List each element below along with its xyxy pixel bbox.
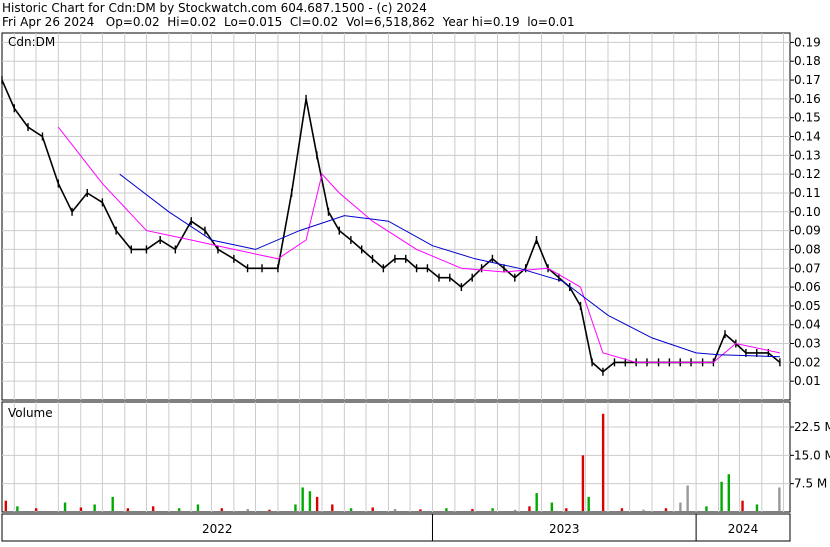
volume-bar: [513, 509, 517, 511]
year-label: 2024: [728, 522, 759, 536]
price-ytick-label: 0.19: [794, 35, 821, 49]
price-ytick-label: 0.15: [794, 111, 821, 125]
volume-bar: [528, 506, 531, 511]
volume-bar: [664, 508, 668, 511]
volume-bar: [393, 508, 397, 511]
volume-ytick-label: 7.5 M: [794, 477, 827, 491]
price-ytick-label: 0.08: [794, 242, 821, 256]
volume-bar: [705, 506, 708, 511]
year-label: 2022: [202, 522, 233, 536]
price-ytick-label: 0.09: [794, 224, 821, 238]
price-panel-title: Cdn:DM: [8, 35, 55, 49]
volume-bar: [686, 485, 689, 511]
volume-bar: [679, 502, 682, 511]
volume-bar: [778, 487, 781, 511]
volume-panel-frame: [1, 401, 791, 513]
price-ytick-label: 0.01: [794, 374, 821, 388]
price-ytick-label: 0.05: [794, 299, 821, 313]
volume-bar: [196, 504, 200, 511]
volume-bar: [63, 502, 67, 511]
volume-bar: [491, 508, 494, 511]
volume-ytick-label: 15.0 M: [794, 448, 830, 462]
price-ytick-label: 0.14: [794, 130, 821, 144]
stock-chart: Historic Chart for Cdn:DM by Stockwatch.…: [0, 0, 830, 543]
volume-bar: [581, 455, 585, 511]
volume-bar: [620, 508, 624, 511]
volume-bar: [720, 481, 723, 511]
volume-bar: [587, 496, 590, 511]
volume-bar: [755, 504, 759, 511]
volume-bar: [565, 508, 568, 511]
volume-bar: [246, 508, 249, 511]
volume-bar: [471, 508, 474, 511]
volume-bar: [220, 508, 223, 511]
price-ytick-label: 0.18: [794, 54, 821, 68]
volume-panel-title: Volume: [8, 406, 53, 420]
date-axis-frame: [1, 513, 791, 542]
price-ytick-label: 0.12: [794, 167, 821, 181]
chart-header-line1: Historic Chart for Cdn:DM by Stockwatch.…: [2, 1, 427, 15]
price-ytick-label: 0.17: [794, 73, 821, 87]
chart-canvas: 0.19 0.18 0.17 0.16 0.15 0.14 0.13 0.12 0.11 0.10…: [1, 32, 830, 542]
volume-bar: [177, 508, 181, 511]
volume-bar: [331, 504, 334, 511]
volume-bar: [535, 493, 538, 511]
volume-ytick-label: 22.5 M: [794, 420, 830, 434]
volume-bar: [550, 502, 554, 511]
volume-bar: [741, 500, 744, 511]
price-ytick-label: 0.04: [794, 318, 821, 332]
price-ytick-label: 0.10: [794, 205, 821, 219]
volume-bar: [268, 509, 271, 511]
price-ytick-label: 0.06: [794, 280, 821, 294]
price-ytick-label: 0.11: [794, 186, 821, 200]
volume-bar: [419, 509, 422, 511]
volume-bar: [727, 474, 731, 511]
volume-bar: [126, 508, 130, 511]
volume-bar: [294, 504, 297, 511]
volume-bar: [642, 509, 645, 511]
volume-bar: [16, 506, 19, 511]
price-ytick-label: 0.03: [794, 337, 821, 351]
price-ytick-label: 0.07: [794, 261, 821, 275]
volume-bar: [315, 496, 319, 511]
volume-bar: [445, 508, 448, 511]
volume-bar: [4, 500, 8, 511]
volume-bar: [111, 496, 114, 511]
volume-bar: [308, 491, 312, 511]
volume-bar: [349, 508, 353, 511]
volume-bar: [151, 506, 155, 511]
price-ytick-label: 0.16: [794, 92, 821, 106]
price-ytick-label: 0.13: [794, 148, 821, 162]
chart-header-line2: Fri Apr 26 2024 Op=0.02 Hi=0.02 Lo=0.015…: [2, 15, 575, 29]
volume-bar: [79, 507, 83, 511]
price-ytick-label: 0.02: [794, 355, 821, 369]
volume-bar: [93, 504, 96, 511]
volume-bar: [371, 507, 374, 511]
year-label: 2023: [549, 522, 580, 536]
volume-bar: [34, 508, 38, 511]
volume-bar: [601, 413, 605, 511]
volume-bar: [301, 487, 304, 511]
